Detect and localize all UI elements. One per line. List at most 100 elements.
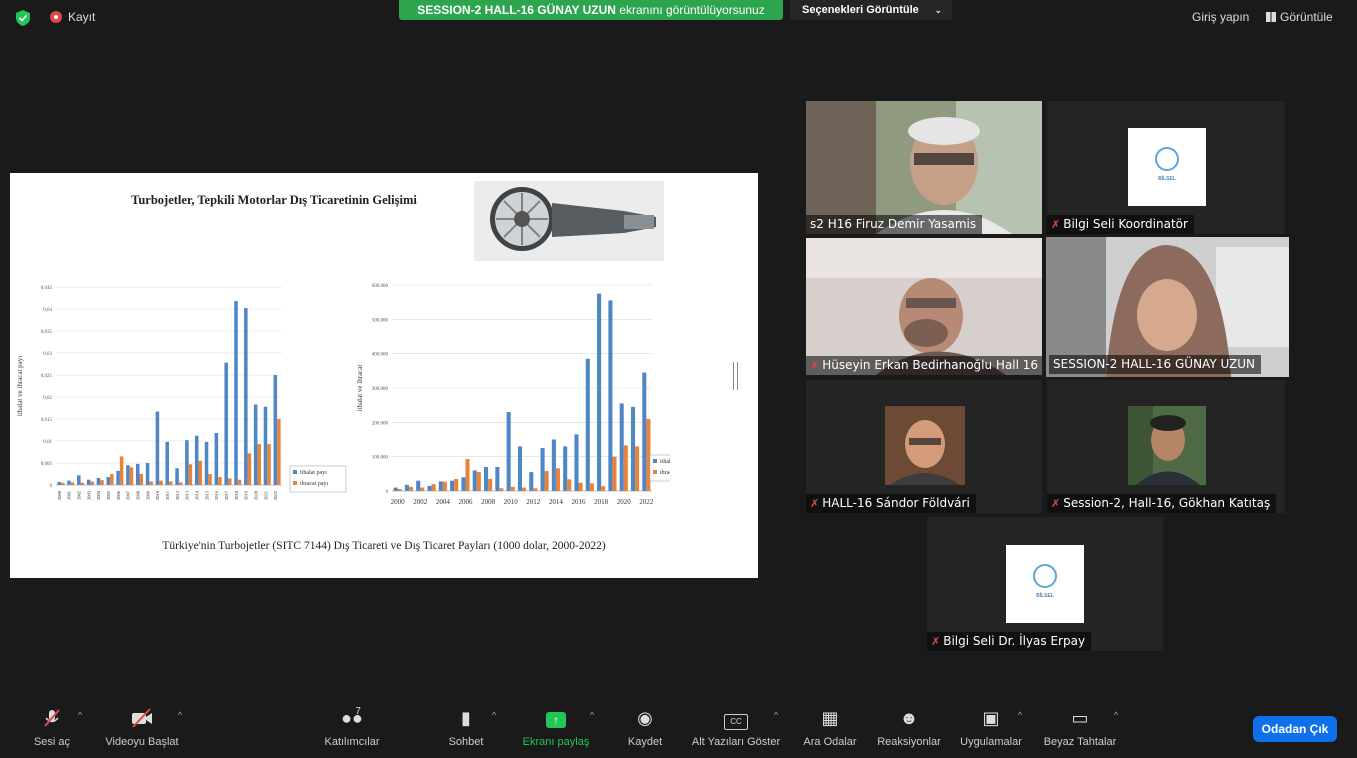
bar-ithalat-payı [185, 440, 189, 485]
video-tile-participant-6[interactable]: ✗ Session-2, Hall-16, Gökhan Katıtaş [1047, 380, 1285, 513]
apps-options-caret[interactable]: ^ [1018, 710, 1022, 720]
leave-room-button[interactable]: Odadan Çık [1253, 716, 1337, 742]
closed-captions-icon: CC [724, 708, 748, 730]
participant-name: ✗ HALL-16 Sándor Földvári [806, 494, 976, 513]
video-tile-participant-3[interactable]: ✗ Hüseyin Erkan Bedirhanoğlu Hall 16 [806, 238, 1042, 375]
bar-ithalat [551, 439, 556, 491]
chat-bubble-icon: ▮ [461, 708, 471, 728]
bar-ihracat-payı [80, 482, 85, 485]
share-banner: SESSION-2 HALL-16 GÜNAY UZUN ekranını gö… [399, 0, 783, 20]
bar-ithalat-payı [126, 465, 130, 485]
x-tick-label: 2015 [204, 490, 209, 500]
apps-button[interactable]: ▣ ^ Uygulamalar [954, 698, 1028, 758]
bar-ithalat [608, 300, 613, 491]
x-tick-label: 2014 [194, 490, 199, 500]
bar-ihracat [476, 472, 481, 491]
video-tile-participant-7[interactable]: BİLSEL ✗ Bilgi Seli Dr. İlyas Erpay [927, 517, 1163, 651]
bar-ihracat-payı [208, 474, 212, 485]
chat-button[interactable]: ▮ ^ Sohbet [438, 698, 497, 758]
chat-options-caret[interactable]: ^ [492, 710, 496, 720]
bar-ithalat-payı [116, 470, 120, 485]
bar-ithalat [438, 481, 443, 491]
bar-ithalat-payı [135, 463, 140, 485]
legend-swatch [293, 470, 297, 474]
bar-ithalat [416, 480, 421, 491]
video-tile-participant-1[interactable]: s2 H16 Firuz Demir Yasamis [806, 101, 1042, 234]
x-tick-label: 2018 [594, 498, 609, 506]
bar-ithalat [574, 434, 579, 491]
x-tick-label: 2017 [224, 490, 229, 500]
bar-ihracat-payı [257, 444, 261, 485]
participants-button[interactable]: ●● 7 Katılımcılar [310, 698, 394, 758]
view-options-button[interactable]: Seçenekleri Görüntüle ⌄ [790, 0, 952, 20]
bar-ithalat [427, 485, 432, 491]
bar-ithalat-payı [57, 481, 61, 485]
y-tick-label: 0,03 [43, 352, 52, 357]
breakout-rooms-button[interactable]: ▦ Ara Odalar [800, 698, 860, 758]
bar-ithalat-payı [234, 301, 238, 485]
x-tick-label: 2006 [458, 498, 473, 506]
x-tick-label: 2008 [481, 498, 496, 506]
unmute-button[interactable]: ^ Sesi aç [22, 698, 82, 758]
bar-ithalat [461, 477, 466, 491]
x-tick-label: 2020 [253, 490, 258, 500]
panel-splitter-handle[interactable] [733, 362, 738, 390]
video-tile-active-speaker[interactable]: SESSION-2 HALL-16 GÜNAY UZUN [1046, 237, 1289, 377]
bar-ihracat-payı [218, 477, 222, 485]
bar-ithalat [529, 472, 534, 491]
microphone-muted-icon: ✗ [931, 635, 941, 648]
bar-ihracat [510, 486, 515, 491]
start-video-button[interactable]: ^ Videoyu Başlat [100, 698, 184, 758]
bar-ihracat-payı [139, 474, 144, 485]
x-tick-label: 2001 [67, 491, 72, 500]
bar-ihracat-payı [277, 419, 281, 485]
x-tick-label: 2009 [145, 490, 150, 500]
x-tick-label: 2004 [96, 490, 101, 500]
x-tick-label: 2000 [391, 498, 406, 506]
record-button[interactable]: ◉ Kaydet [620, 698, 670, 758]
bar-ithalat [472, 470, 477, 491]
x-tick-label: 2002 [413, 498, 428, 506]
chart-import-export-value: 0 100.000 200.000 300.000 400.000 500.000 600.… [356, 284, 670, 506]
share-banner-text: ekranını görüntülüyorsunuz [619, 3, 765, 17]
bar-ihracat-payı [90, 481, 94, 485]
bar-ithalat [597, 293, 602, 491]
shield-icon[interactable] [16, 10, 30, 26]
share-screen-button[interactable]: ↑ ^ Ekranı paylaş [518, 698, 595, 758]
whiteboards-button[interactable]: ▭ ^ Beyaz Tahtalar [1040, 698, 1120, 758]
x-tick-label: 2000 [57, 490, 62, 500]
reaction-emoji-icon: ☻ [899, 708, 919, 728]
x-tick-label: 2008 [136, 490, 141, 500]
bar-ihracat-payı [60, 482, 65, 485]
logo-emblem-icon [1033, 564, 1057, 589]
bar-ihracat [589, 483, 594, 491]
x-tick-label: 2014 [549, 498, 564, 506]
video-options-caret[interactable]: ^ [178, 710, 182, 720]
view-button[interactable]: Görüntüle [1266, 10, 1333, 24]
x-tick-label: 2021 [263, 491, 268, 500]
reactions-button[interactable]: ☻ Reaksiyonlar [874, 698, 944, 758]
bar-ithalat [495, 466, 500, 491]
record-icon[interactable] [50, 11, 62, 23]
bar-ithalat-payı [77, 475, 81, 485]
recording-label[interactable]: Kayıt [68, 10, 95, 24]
microphone-muted-icon: ✗ [1051, 218, 1061, 231]
bar-ithalat-payı [204, 441, 209, 485]
show-captions-button[interactable]: CC ^ Alt Yazıları Göster [690, 698, 782, 758]
bar-ithalat-payı [253, 404, 258, 485]
microphone-muted-icon: ✗ [810, 359, 820, 372]
bar-ihracat [442, 481, 447, 491]
bar-ithalat [540, 448, 545, 491]
slide-title: Turbojetler, Tepkili Motorlar Dış Ticare… [131, 193, 417, 207]
audio-options-caret[interactable]: ^ [78, 710, 82, 720]
video-tile-participant-5[interactable]: ✗ HALL-16 Sándor Földvári [806, 380, 1042, 513]
whiteboards-options-caret[interactable]: ^ [1114, 710, 1118, 720]
captions-options-caret[interactable]: ^ [774, 710, 778, 720]
top-bar: Kayıt SESSION-2 HALL-16 GÜNAY UZUN ekran… [0, 0, 1357, 34]
bar-ithalat-payı [106, 477, 111, 485]
signin-link[interactable]: Giriş yapın [1192, 10, 1249, 24]
y-axis-label: ithalat ve ihracat payı [16, 356, 24, 416]
share-options-caret[interactable]: ^ [590, 710, 594, 720]
video-tile-participant-2[interactable]: BİLSEL ✗ Bilgi Seli Koordinatör [1047, 101, 1285, 234]
bar-ithalat [484, 466, 489, 491]
